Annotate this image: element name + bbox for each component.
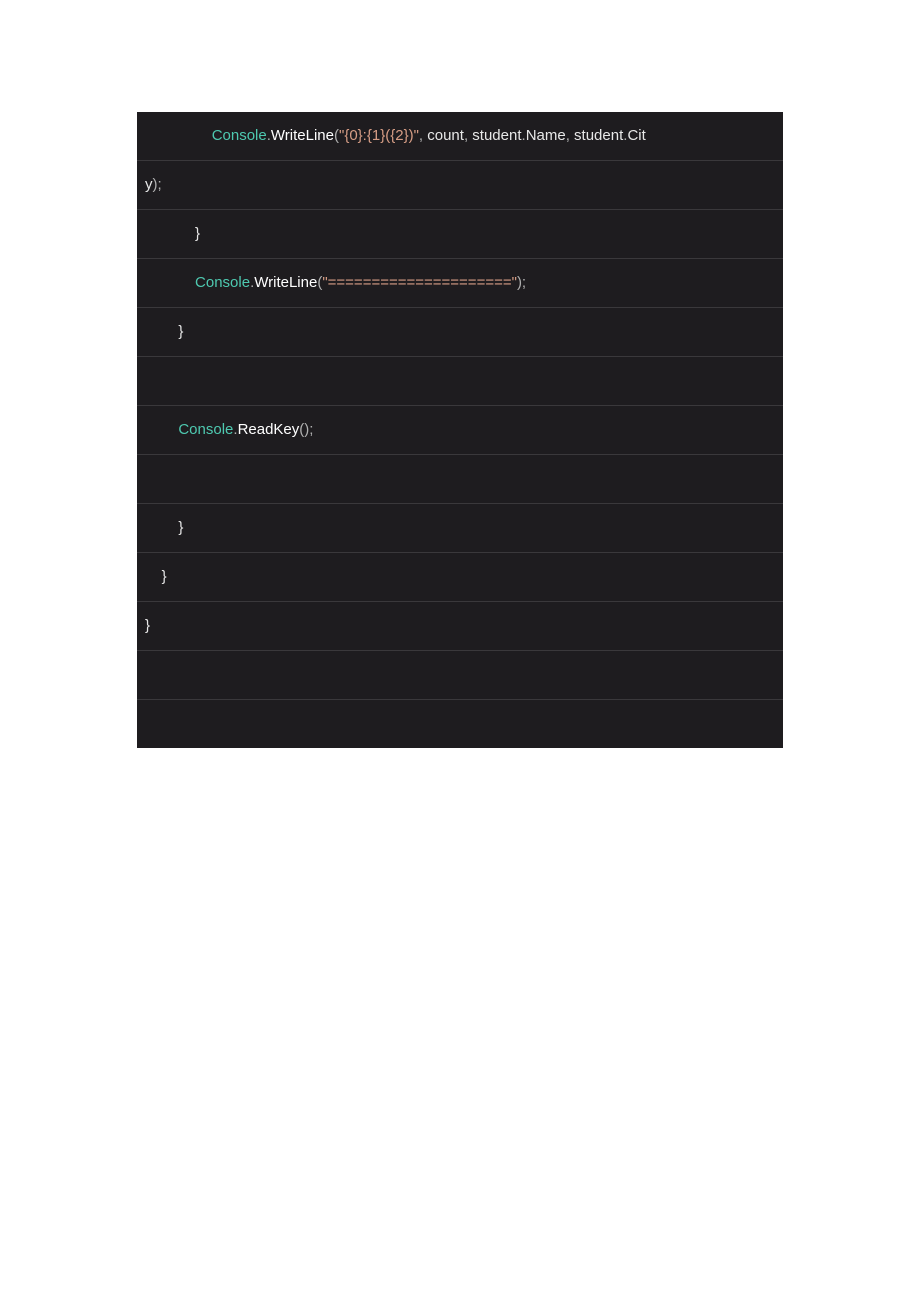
code-line: } (137, 504, 783, 553)
code-token: y (145, 176, 153, 193)
code-line (137, 651, 783, 700)
code-token: } (145, 617, 150, 634)
code-line (137, 700, 783, 748)
code-token: student (472, 127, 521, 144)
code-token (145, 372, 149, 389)
code-token: , (419, 127, 427, 144)
code-token: WriteLine (254, 274, 317, 291)
code-token: "=====================" (322, 274, 517, 291)
code-line: Console.WriteLine("=====================… (137, 259, 783, 308)
code-token (145, 470, 149, 487)
code-token: WriteLine (271, 127, 334, 144)
code-line: } (137, 210, 783, 259)
code-token: Cit (627, 127, 645, 144)
code-token: } (178, 519, 183, 536)
code-token (145, 715, 149, 732)
code-line: } (137, 553, 783, 602)
code-token: } (195, 225, 200, 242)
code-token: Console (212, 127, 267, 144)
code-line: y); (137, 161, 783, 210)
code-line (137, 357, 783, 406)
code-token: , (566, 127, 574, 144)
code-token: } (162, 568, 167, 585)
code-line: Console.ReadKey(); (137, 406, 783, 455)
code-token: ); (153, 176, 162, 193)
code-line: } (137, 308, 783, 357)
code-line: } (137, 602, 783, 651)
code-token: } (178, 323, 183, 340)
code-token: Console (178, 421, 233, 438)
code-line: Console.WriteLine("{0}:{1}({2})", count,… (137, 112, 783, 161)
code-token: ReadKey (238, 421, 300, 438)
code-token (145, 666, 149, 683)
code-token: count (427, 127, 464, 144)
code-block: Console.WriteLine("{0}:{1}({2})", count,… (137, 112, 783, 748)
code-token: Console (195, 274, 250, 291)
code-token: (); (299, 421, 313, 438)
code-line (137, 455, 783, 504)
code-token: student (574, 127, 623, 144)
code-token: "{0}:{1}({2})" (339, 127, 419, 144)
code-token: ); (517, 274, 526, 291)
code-token: Name (526, 127, 566, 144)
